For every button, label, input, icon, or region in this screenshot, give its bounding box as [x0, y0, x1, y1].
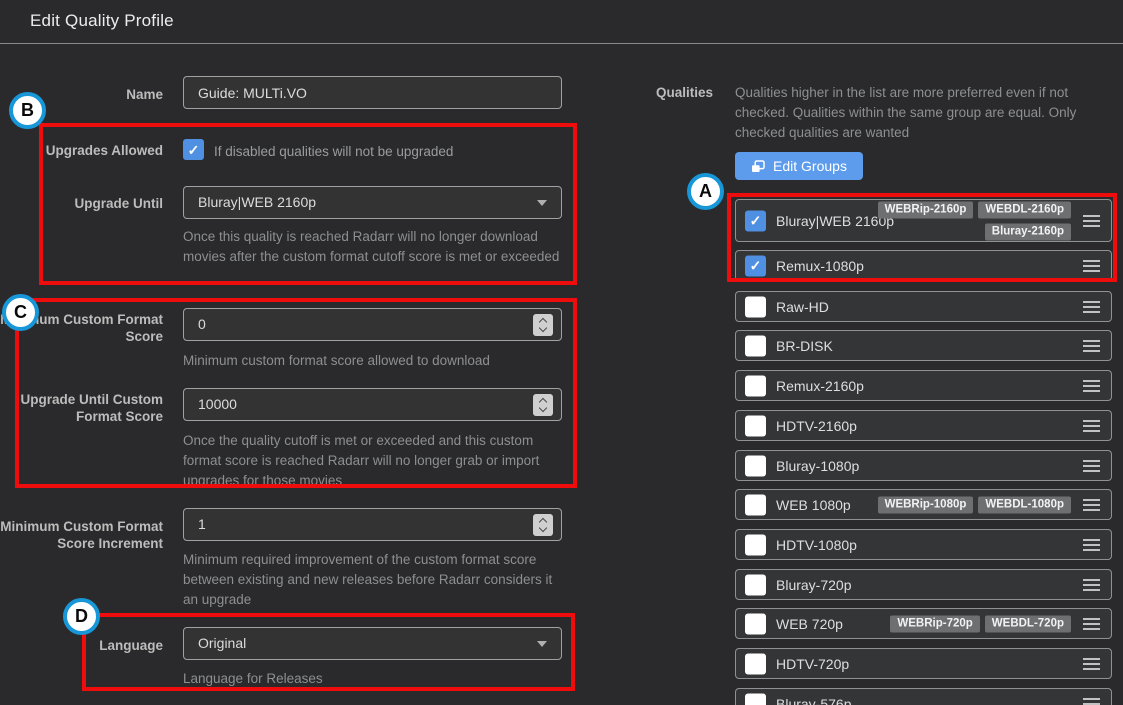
- name-input[interactable]: [183, 76, 562, 109]
- drag-handle-icon[interactable]: [1083, 584, 1100, 586]
- upgrade-until-cf-score-help: Once the quality cutoff is met or exceed…: [183, 431, 561, 491]
- upgrade-until-label: Upgrade Until: [0, 195, 163, 212]
- min-cf-score-label: Minimum Custom Format Score: [0, 311, 163, 345]
- quality-checkbox[interactable]: [745, 296, 766, 317]
- min-cf-score-increment-input[interactable]: 1: [183, 508, 562, 541]
- quality-badges: WEBRip-2160p WEBDL-2160p Bluray-2160p: [831, 201, 1071, 240]
- drag-handle-icon[interactable]: [1083, 306, 1100, 308]
- number-spinner[interactable]: [533, 514, 553, 536]
- edit-groups-button[interactable]: Edit Groups: [735, 152, 863, 180]
- language-value: Original: [198, 635, 246, 651]
- quality-item[interactable]: Remux-2160p: [735, 370, 1112, 401]
- quality-item[interactable]: HDTV-720p: [735, 648, 1112, 679]
- upgrade-until-cf-score-input[interactable]: 10000: [183, 388, 562, 421]
- drag-handle-icon[interactable]: [1083, 623, 1100, 625]
- quality-checkbox[interactable]: [745, 415, 766, 436]
- min-cf-score-help: Minimum custom format score allowed to d…: [183, 351, 561, 371]
- page-title: Edit Quality Profile: [30, 11, 174, 31]
- quality-badge: WEBDL-2160p: [978, 201, 1071, 218]
- drag-handle-icon[interactable]: [1083, 425, 1100, 427]
- drag-handle-icon[interactable]: [1083, 385, 1100, 387]
- quality-item[interactable]: WEB 1080p WEBRip-1080p WEBDL-1080p: [735, 489, 1112, 520]
- check-icon: ✓: [750, 259, 762, 273]
- number-spinner[interactable]: [533, 394, 553, 416]
- quality-badge: WEBDL-1080p: [978, 496, 1071, 513]
- language-label: Language: [0, 637, 163, 654]
- quality-badges: WEBRip-1080p WEBDL-1080p: [878, 496, 1071, 513]
- modal-header: Edit Quality Profile: [0, 0, 1123, 44]
- quality-checkbox[interactable]: [745, 693, 766, 705]
- quality-item[interactable]: Raw-HD: [735, 291, 1112, 322]
- min-cf-score-increment-value: 1: [198, 516, 206, 532]
- chevron-down-icon: [537, 641, 547, 647]
- min-cf-score-input[interactable]: 0: [183, 308, 562, 341]
- upgrade-until-cf-score-value: 10000: [198, 396, 237, 412]
- spinner-down-icon[interactable]: [539, 404, 547, 412]
- quality-item[interactable]: Bluray-1080p: [735, 450, 1112, 481]
- upgrades-allowed-label: Upgrades Allowed: [0, 142, 163, 159]
- quality-item[interactable]: ✓ Remux-1080p: [735, 250, 1112, 281]
- drag-handle-icon[interactable]: [1083, 345, 1100, 347]
- quality-badge: Bluray-2160p: [985, 223, 1071, 240]
- drag-handle-icon[interactable]: [1083, 663, 1100, 665]
- spinner-down-icon[interactable]: [539, 324, 547, 332]
- qualities-help: Qualities higher in the list are more pr…: [735, 83, 1113, 143]
- name-label: Name: [0, 86, 163, 103]
- edit-quality-profile-modal: Edit Quality Profile Name Upgrades Allow…: [0, 0, 1123, 705]
- min-cf-score-increment-help: Minimum required improvement of the cust…: [183, 550, 561, 610]
- annotation-circle-a: A: [687, 173, 724, 210]
- quality-checkbox[interactable]: [745, 455, 766, 476]
- quality-item[interactable]: HDTV-1080p: [735, 529, 1112, 560]
- check-icon: ✓: [750, 214, 762, 228]
- check-icon: ✓: [188, 143, 200, 157]
- upgrade-until-select[interactable]: Bluray|WEB 2160p: [183, 186, 562, 219]
- qualities-label: Qualities: [593, 84, 713, 101]
- annotation-circle-d: D: [63, 598, 100, 635]
- quality-checkbox[interactable]: [745, 613, 766, 634]
- edit-groups-button-label: Edit Groups: [773, 158, 847, 174]
- quality-checkbox[interactable]: [745, 335, 766, 356]
- language-select[interactable]: Original: [183, 627, 562, 660]
- quality-checkbox[interactable]: ✓: [745, 255, 766, 276]
- quality-item[interactable]: Bluray-576p: [735, 688, 1112, 705]
- drag-handle-icon[interactable]: [1083, 504, 1100, 506]
- quality-badge: WEBRip-1080p: [878, 496, 974, 513]
- upgrade-until-cf-score-label: Upgrade Until Custom Format Score: [0, 391, 163, 425]
- spinner-down-icon[interactable]: [539, 524, 547, 532]
- quality-checkbox[interactable]: ✓: [745, 210, 766, 231]
- quality-checkbox[interactable]: [745, 534, 766, 555]
- language-help: Language for Releases: [183, 669, 561, 689]
- quality-item[interactable]: WEB 720p WEBRip-720p WEBDL-720p: [735, 608, 1112, 639]
- quality-checkbox[interactable]: [745, 494, 766, 515]
- quality-badge: WEBDL-720p: [985, 615, 1071, 632]
- quality-item[interactable]: HDTV-2160p: [735, 410, 1112, 441]
- quality-badge: WEBRip-720p: [890, 615, 979, 632]
- upgrade-until-help: Once this quality is reached Radarr will…: [183, 227, 561, 267]
- quality-badges: WEBRip-720p WEBDL-720p: [890, 615, 1071, 632]
- min-cf-score-value: 0: [198, 316, 206, 332]
- quality-badge: WEBRip-2160p: [878, 201, 974, 218]
- drag-handle-icon[interactable]: [1083, 703, 1100, 705]
- edit-groups-icon: [751, 160, 765, 173]
- quality-item[interactable]: ✓ Bluray|WEB 2160p WEBRip-2160p WEBDL-21…: [735, 199, 1112, 242]
- drag-handle-icon[interactable]: [1083, 220, 1100, 222]
- upgrade-until-value: Bluray|WEB 2160p: [198, 194, 316, 210]
- quality-checkbox[interactable]: [745, 574, 766, 595]
- quality-checkbox[interactable]: [745, 653, 766, 674]
- upgrades-allowed-checkbox[interactable]: ✓: [183, 139, 204, 160]
- drag-handle-icon[interactable]: [1083, 265, 1100, 267]
- quality-item[interactable]: Bluray-720p: [735, 569, 1112, 600]
- min-cf-score-increment-label: Minimum Custom Format Score Increment: [0, 518, 163, 552]
- drag-handle-icon[interactable]: [1083, 465, 1100, 467]
- quality-checkbox[interactable]: [745, 375, 766, 396]
- quality-item[interactable]: BR-DISK: [735, 330, 1112, 361]
- drag-handle-icon[interactable]: [1083, 544, 1100, 546]
- chevron-down-icon: [537, 200, 547, 206]
- number-spinner[interactable]: [533, 314, 553, 336]
- upgrades-allowed-help: If disabled qualities will not be upgrad…: [214, 142, 574, 162]
